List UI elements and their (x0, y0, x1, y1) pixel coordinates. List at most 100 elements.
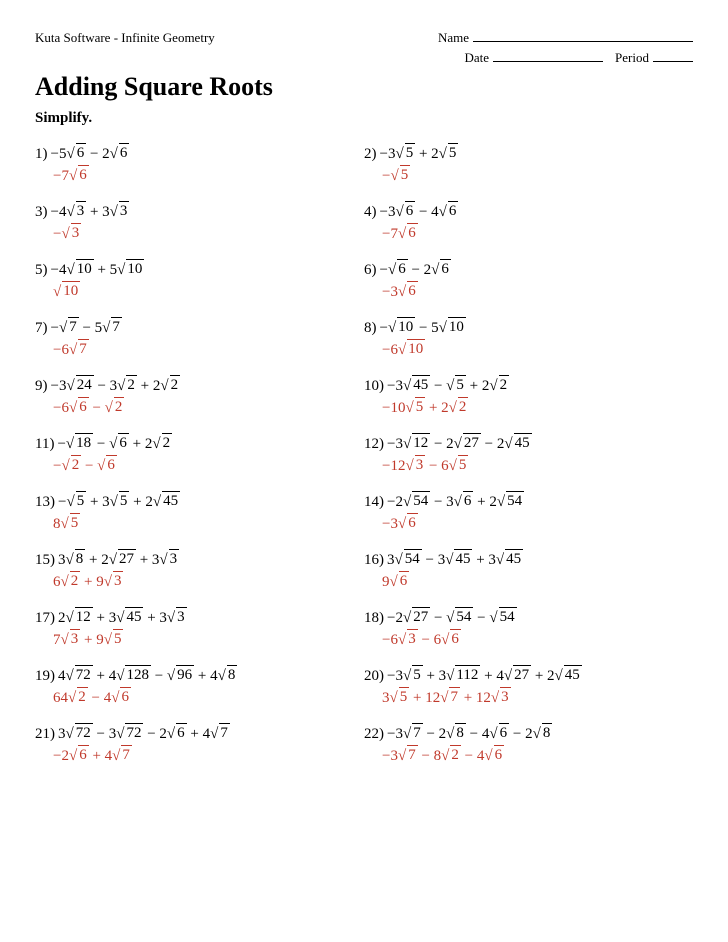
problem-answer: −6√6 − √2 (53, 397, 364, 417)
page-title: Adding Square Roots (35, 72, 693, 102)
problem-number: 6) (364, 262, 377, 278)
problem-question: 2)−3√5 + 2√5 (364, 143, 693, 163)
problem-question: 16)3√54 − 3√45 + 3√45 (364, 549, 693, 569)
name-underline (473, 41, 693, 42)
problem-item: 6)−√6 − 2√6 −3√6 (364, 253, 693, 311)
problem-number: 10) (364, 378, 384, 394)
problem-question: 19)4√72 + 4√128 − √96 + 4√8 (35, 665, 364, 685)
name-label: Name (438, 30, 469, 46)
problem-question: 18)−2√27 − √54 − √54 (364, 607, 693, 627)
problem-number: 8) (364, 320, 377, 336)
problem-answer: −7√6 (382, 223, 693, 243)
problem-number: 13) (35, 494, 55, 510)
problem-item: 12)−3√12 − 2√27 − 2√45 −12√3 − 6√5 (364, 427, 693, 485)
problem-answer: 9√6 (382, 571, 693, 591)
problem-item: 15)3√8 + 2√27 + 3√3 6√2 + 9√3 (35, 543, 364, 601)
problem-answer: 6√2 + 9√3 (53, 571, 364, 591)
problem-number: 14) (364, 494, 384, 510)
problem-answer: 8√5 (53, 513, 364, 533)
problem-item: 13)−√5 + 3√5 + 2√45 8√5 (35, 485, 364, 543)
problem-answer: −3√6 (382, 513, 693, 533)
problem-item: 9)−3√24 − 3√2 + 2√2 −6√6 − √2 (35, 369, 364, 427)
problem-answer: 7√3 + 9√5 (53, 629, 364, 649)
problem-item: 5)−4√10 + 5√10 √10 (35, 253, 364, 311)
problem-answer: 3√5 + 12√7 + 12√3 (382, 687, 693, 707)
problem-answer: −6√7 (53, 339, 364, 359)
problem-item: 11)−√18 − √6 + 2√2 −√2 − √6 (35, 427, 364, 485)
problem-item: 3)−4√3 + 3√3 −√3 (35, 195, 364, 253)
problem-question: 14)−2√54 − 3√6 + 2√54 (364, 491, 693, 511)
problem-number: 5) (35, 262, 48, 278)
problem-item: 19)4√72 + 4√128 − √96 + 4√8 64√2 − 4√6 (35, 659, 364, 717)
problem-question: 21)3√72 − 3√72 − 2√6 + 4√7 (35, 723, 364, 743)
problems-grid: 1)−5√6 − 2√6 −7√6 2)−3√5 + 2√5 −√5 3)−4√… (35, 137, 693, 775)
problem-answer: −3√6 (382, 281, 693, 301)
problem-number: 22) (364, 726, 384, 742)
problem-item: 16)3√54 − 3√45 + 3√45 9√6 (364, 543, 693, 601)
problem-answer: −√5 (382, 165, 693, 185)
problem-item: 20)−3√5 + 3√112 + 4√27 + 2√45 3√5 + 12√7… (364, 659, 693, 717)
problem-question: 6)−√6 − 2√6 (364, 259, 693, 279)
problem-answer: −2√6 + 4√7 (53, 745, 364, 765)
problem-item: 4)−3√6 − 4√6 −7√6 (364, 195, 693, 253)
problem-question: 8)−√10 − 5√10 (364, 317, 693, 337)
problem-question: 5)−4√10 + 5√10 (35, 259, 364, 279)
problem-number: 11) (35, 436, 54, 452)
problem-item: 22)−3√7 − 2√8 − 4√6 − 2√8 −3√7 − 8√2 − 4… (364, 717, 693, 775)
page-header: Kuta Software - Infinite Geometry Name D… (35, 30, 693, 66)
problem-number: 17) (35, 610, 55, 626)
problem-item: 21)3√72 − 3√72 − 2√6 + 4√7 −2√6 + 4√7 (35, 717, 364, 775)
problem-number: 7) (35, 320, 48, 336)
problem-item: 17)2√12 + 3√45 + 3√3 7√3 + 9√5 (35, 601, 364, 659)
name-line: Name (438, 30, 693, 46)
problem-answer: −√3 (53, 223, 364, 243)
problem-question: 15)3√8 + 2√27 + 3√3 (35, 549, 364, 569)
problem-number: 12) (364, 436, 384, 452)
problem-answer: 64√2 − 4√6 (53, 687, 364, 707)
problem-item: 18)−2√27 − √54 − √54 −6√3 − 6√6 (364, 601, 693, 659)
problem-number: 2) (364, 146, 377, 162)
problem-answer: −6√3 − 6√6 (382, 629, 693, 649)
problem-item: 2)−3√5 + 2√5 −√5 (364, 137, 693, 195)
problem-question: 11)−√18 − √6 + 2√2 (35, 433, 364, 453)
date-period-line: Date Period (465, 50, 694, 66)
problem-question: 22)−3√7 − 2√8 − 4√6 − 2√8 (364, 723, 693, 743)
problem-question: 3)−4√3 + 3√3 (35, 201, 364, 221)
problem-answer: −10√5 + 2√2 (382, 397, 693, 417)
problem-number: 15) (35, 552, 55, 568)
problem-number: 9) (35, 378, 48, 394)
problem-number: 16) (364, 552, 384, 568)
problem-number: 20) (364, 668, 384, 684)
period-line: Period (615, 50, 693, 66)
problem-item: 7)−√7 − 5√7 −6√7 (35, 311, 364, 369)
problem-question: 4)−3√6 − 4√6 (364, 201, 693, 221)
problem-item: 14)−2√54 − 3√6 + 2√54 −3√6 (364, 485, 693, 543)
problem-question: 1)−5√6 − 2√6 (35, 143, 364, 163)
problem-number: 19) (35, 668, 55, 684)
period-label: Period (615, 50, 649, 66)
problem-answer: −6√10 (382, 339, 693, 359)
instruction: Simplify. (35, 110, 693, 127)
problem-number: 18) (364, 610, 384, 626)
problem-answer: √10 (53, 281, 364, 301)
problem-answer: −7√6 (53, 165, 364, 185)
problem-answer: −√2 − √6 (53, 455, 364, 475)
problem-number: 4) (364, 204, 377, 220)
header-right: Name Date Period (438, 30, 693, 66)
problem-question: 12)−3√12 − 2√27 − 2√45 (364, 433, 693, 453)
date-line: Date (465, 50, 604, 66)
problem-item: 1)−5√6 − 2√6 −7√6 (35, 137, 364, 195)
problem-answer: −3√7 − 8√2 − 4√6 (382, 745, 693, 765)
problem-answer: −12√3 − 6√5 (382, 455, 693, 475)
problem-question: 10)−3√45 − √5 + 2√2 (364, 375, 693, 395)
problem-number: 1) (35, 146, 48, 162)
period-underline (653, 61, 693, 62)
date-underline (493, 61, 603, 62)
problem-question: 20)−3√5 + 3√112 + 4√27 + 2√45 (364, 665, 693, 685)
problem-question: 13)−√5 + 3√5 + 2√45 (35, 491, 364, 511)
problem-number: 21) (35, 726, 55, 742)
date-label: Date (465, 50, 490, 66)
problem-question: 7)−√7 − 5√7 (35, 317, 364, 337)
problem-number: 3) (35, 204, 48, 220)
problem-item: 10)−3√45 − √5 + 2√2 −10√5 + 2√2 (364, 369, 693, 427)
